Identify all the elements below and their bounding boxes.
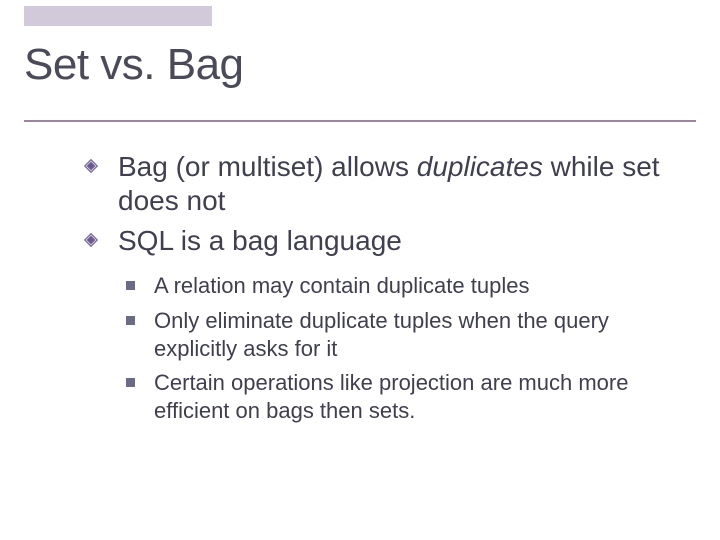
square-bullet-icon [126, 281, 135, 290]
slide: Set vs. Bag Bag (or multiset) allows dup… [0, 0, 720, 540]
sub-text: A relation may contain duplicate tuples [154, 273, 529, 298]
sub-list: A relation may contain duplicate tuples … [126, 272, 690, 425]
bullet-item: Bag (or multiset) allows duplicates whil… [82, 150, 690, 218]
decorative-bar [24, 6, 212, 26]
title-underline [24, 120, 696, 122]
square-bullet-icon [126, 316, 135, 325]
bullet-text-pre: Bag (or multiset) allows [118, 151, 417, 182]
sub-text: Certain operations like projection are m… [154, 370, 628, 423]
diamond-bullet-icon [82, 231, 100, 249]
sub-item: Only eliminate duplicate tuples when the… [126, 307, 690, 363]
slide-title: Set vs. Bag [24, 40, 244, 90]
square-bullet-icon [126, 378, 135, 387]
bullet-text-em: duplicates [417, 151, 543, 182]
sub-item: A relation may contain duplicate tuples [126, 272, 690, 300]
bullet-text: SQL is a bag language [118, 225, 402, 256]
diamond-bullet-icon [82, 157, 100, 175]
sub-text: Only eliminate duplicate tuples when the… [154, 308, 609, 361]
bullet-item: SQL is a bag language [82, 224, 690, 258]
sub-item: Certain operations like projection are m… [126, 369, 690, 425]
slide-body: Bag (or multiset) allows duplicates whil… [82, 150, 690, 431]
